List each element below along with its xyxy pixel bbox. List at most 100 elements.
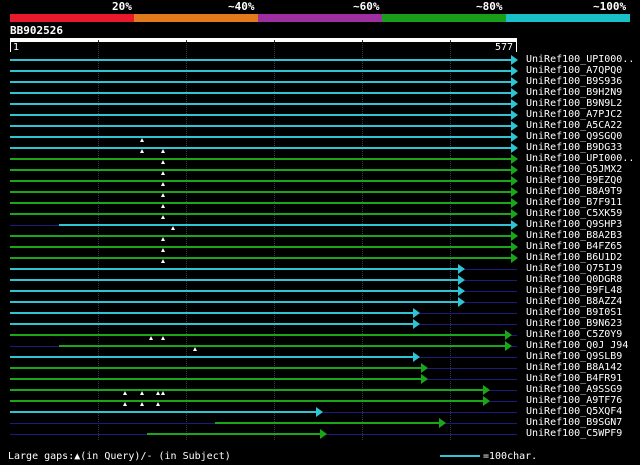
hit-alignment-bar[interactable]	[10, 235, 511, 237]
hit-alignment-bar[interactable]	[10, 312, 413, 314]
hit-row[interactable]: UniRef100_A9SSG9	[0, 384, 640, 395]
hit-alignment-bar[interactable]	[10, 268, 459, 270]
hit-alignment-bar[interactable]	[10, 70, 511, 72]
hit-label[interactable]: UniRef100_B9N9L2	[526, 98, 622, 109]
hit-alignment-bar[interactable]	[10, 334, 505, 336]
hit-row[interactable]: UniRef100_B8A9T9	[0, 186, 640, 197]
hit-row[interactable]: UniRef100_Q9SLB9	[0, 351, 640, 362]
hit-alignment-bar[interactable]	[10, 169, 511, 171]
hit-alignment-bar[interactable]	[10, 213, 511, 215]
hit-alignment-bar[interactable]	[10, 92, 511, 94]
hit-row[interactable]: UniRef100_A7QPQ0	[0, 65, 640, 76]
hit-row[interactable]: UniRef100_B9EZQ0	[0, 175, 640, 186]
hit-alignment-bar[interactable]	[10, 323, 413, 325]
hit-row[interactable]: UniRef100_Q9SHP3	[0, 219, 640, 230]
hit-label[interactable]: UniRef100_Q0DGR8	[526, 274, 622, 285]
hit-label[interactable]: UniRef100_B8A9T9	[526, 186, 622, 197]
hit-row[interactable]: UniRef100_C5XK59	[0, 208, 640, 219]
hit-row[interactable]: UniRef100_UPI000..	[0, 54, 640, 65]
hit-alignment-bar[interactable]	[10, 158, 511, 160]
hit-label[interactable]: UniRef100_B9I0S1	[526, 307, 622, 318]
hit-row[interactable]: UniRef100_B9DG33	[0, 142, 640, 153]
hit-label[interactable]: UniRef100_B7F911	[526, 197, 622, 208]
hit-row[interactable]: UniRef100_B4FZ65	[0, 241, 640, 252]
hit-row[interactable]: UniRef100_Q75IJ9	[0, 263, 640, 274]
hit-label[interactable]: UniRef100_A5CA22	[526, 120, 622, 131]
hit-row[interactable]: UniRef100_Q5JMX2	[0, 164, 640, 175]
hit-row[interactable]: UniRef100_B4FR91	[0, 373, 640, 384]
hit-label[interactable]: UniRef100_B9EZQ0	[526, 175, 622, 186]
hit-label[interactable]: UniRef100_A9SSG9	[526, 384, 622, 395]
hit-row[interactable]: UniRef100_B9S936	[0, 76, 640, 87]
hit-row[interactable]: UniRef100_Q0J J94	[0, 340, 640, 351]
hit-alignment-bar[interactable]	[59, 224, 511, 226]
hit-row[interactable]: UniRef100_A5CA22	[0, 120, 640, 131]
hit-alignment-bar[interactable]	[10, 103, 511, 105]
hit-label[interactable]: UniRef100_B9N623	[526, 318, 622, 329]
hit-label[interactable]: UniRef100_Q75IJ9	[526, 263, 622, 274]
hit-label[interactable]: UniRef100_B9DG33	[526, 142, 622, 153]
hit-label[interactable]: UniRef100_Q9SHP3	[526, 219, 622, 230]
hit-label[interactable]: UniRef100_B4FZ65	[526, 241, 622, 252]
hit-label[interactable]: UniRef100_C5WPF9	[526, 428, 622, 439]
hit-row[interactable]: UniRef100_B7F911	[0, 197, 640, 208]
hit-label[interactable]: UniRef100_B9SGN7	[526, 417, 622, 428]
hit-alignment-bar[interactable]	[10, 279, 459, 281]
hit-label[interactable]: UniRef100_B4FR91	[526, 373, 622, 384]
hit-alignment-bar[interactable]	[147, 433, 321, 435]
hit-row[interactable]: UniRef100_A9TF76	[0, 395, 640, 406]
hit-alignment-bar[interactable]	[214, 422, 439, 424]
hit-alignment-bar[interactable]	[10, 246, 511, 248]
hit-label[interactable]: UniRef100_B9FL48	[526, 285, 622, 296]
hit-row[interactable]: UniRef100_UPI000..	[0, 153, 640, 164]
hit-row[interactable]: UniRef100_B9FL48	[0, 285, 640, 296]
hit-alignment-bar[interactable]	[10, 389, 483, 391]
hit-label[interactable]: UniRef100_Q0J J94	[526, 340, 628, 351]
hit-label[interactable]: UniRef100_B9H2N9	[526, 87, 622, 98]
hit-alignment-bar[interactable]	[10, 147, 511, 149]
hit-row[interactable]: UniRef100_B6U1D2	[0, 252, 640, 263]
hit-alignment-bar[interactable]	[10, 81, 511, 83]
hit-alignment-bar[interactable]	[10, 125, 511, 127]
hit-alignment-bar[interactable]	[10, 136, 511, 138]
hit-label[interactable]: UniRef100_UPI000..	[526, 54, 634, 65]
hit-label[interactable]: UniRef100_B6U1D2	[526, 252, 622, 263]
hit-row[interactable]: UniRef100_Q0DGR8	[0, 274, 640, 285]
hit-row[interactable]: UniRef100_Q5XQF4	[0, 406, 640, 417]
hit-alignment-bar[interactable]	[10, 378, 422, 380]
hit-row[interactable]: UniRef100_B8AZZ4	[0, 296, 640, 307]
hit-label[interactable]: UniRef100_C5Z0Y9	[526, 329, 622, 340]
hit-alignment-bar[interactable]	[10, 400, 483, 402]
hit-row[interactable]: UniRef100_A7PJC2	[0, 109, 640, 120]
hit-label[interactable]: UniRef100_B8A142	[526, 362, 622, 373]
hit-alignment-bar[interactable]	[10, 367, 422, 369]
hit-label[interactable]: UniRef100_Q9SGQ0	[526, 131, 622, 142]
hit-label[interactable]: UniRef100_B8AZZ4	[526, 296, 622, 307]
hit-row[interactable]: UniRef100_Q9SGQ0	[0, 131, 640, 142]
hit-alignment-bar[interactable]	[10, 191, 511, 193]
hit-alignment-bar[interactable]	[10, 257, 511, 259]
hit-label[interactable]: UniRef100_C5XK59	[526, 208, 622, 219]
hit-label[interactable]: UniRef100_A9TF76	[526, 395, 622, 406]
hit-row[interactable]: UniRef100_C5Z0Y9	[0, 329, 640, 340]
hit-label[interactable]: UniRef100_Q9SLB9	[526, 351, 622, 362]
hit-row[interactable]: UniRef100_B9I0S1	[0, 307, 640, 318]
hit-alignment-bar[interactable]	[10, 114, 511, 116]
hit-alignment-bar[interactable]	[10, 180, 511, 182]
hit-label[interactable]: UniRef100_A7PJC2	[526, 109, 622, 120]
hit-alignment-bar[interactable]	[10, 290, 459, 292]
hit-label[interactable]: UniRef100_Q5JMX2	[526, 164, 622, 175]
hit-alignment-bar[interactable]	[10, 202, 511, 204]
hit-label[interactable]: UniRef100_A7QPQ0	[526, 65, 622, 76]
hit-alignment-bar[interactable]	[10, 301, 459, 303]
hit-row[interactable]: UniRef100_B8A142	[0, 362, 640, 373]
hit-label[interactable]: UniRef100_B9S936	[526, 76, 622, 87]
hit-row[interactable]: UniRef100_B9SGN7	[0, 417, 640, 428]
hit-label[interactable]: UniRef100_Q5XQF4	[526, 406, 622, 417]
hit-row[interactable]: UniRef100_B9N623	[0, 318, 640, 329]
hit-row[interactable]: UniRef100_B9H2N9	[0, 87, 640, 98]
hit-label[interactable]: UniRef100_B8A2B3	[526, 230, 622, 241]
hit-row[interactable]: UniRef100_B9N9L2	[0, 98, 640, 109]
hit-alignment-bar[interactable]	[10, 356, 413, 358]
hit-label[interactable]: UniRef100_UPI000..	[526, 153, 634, 164]
